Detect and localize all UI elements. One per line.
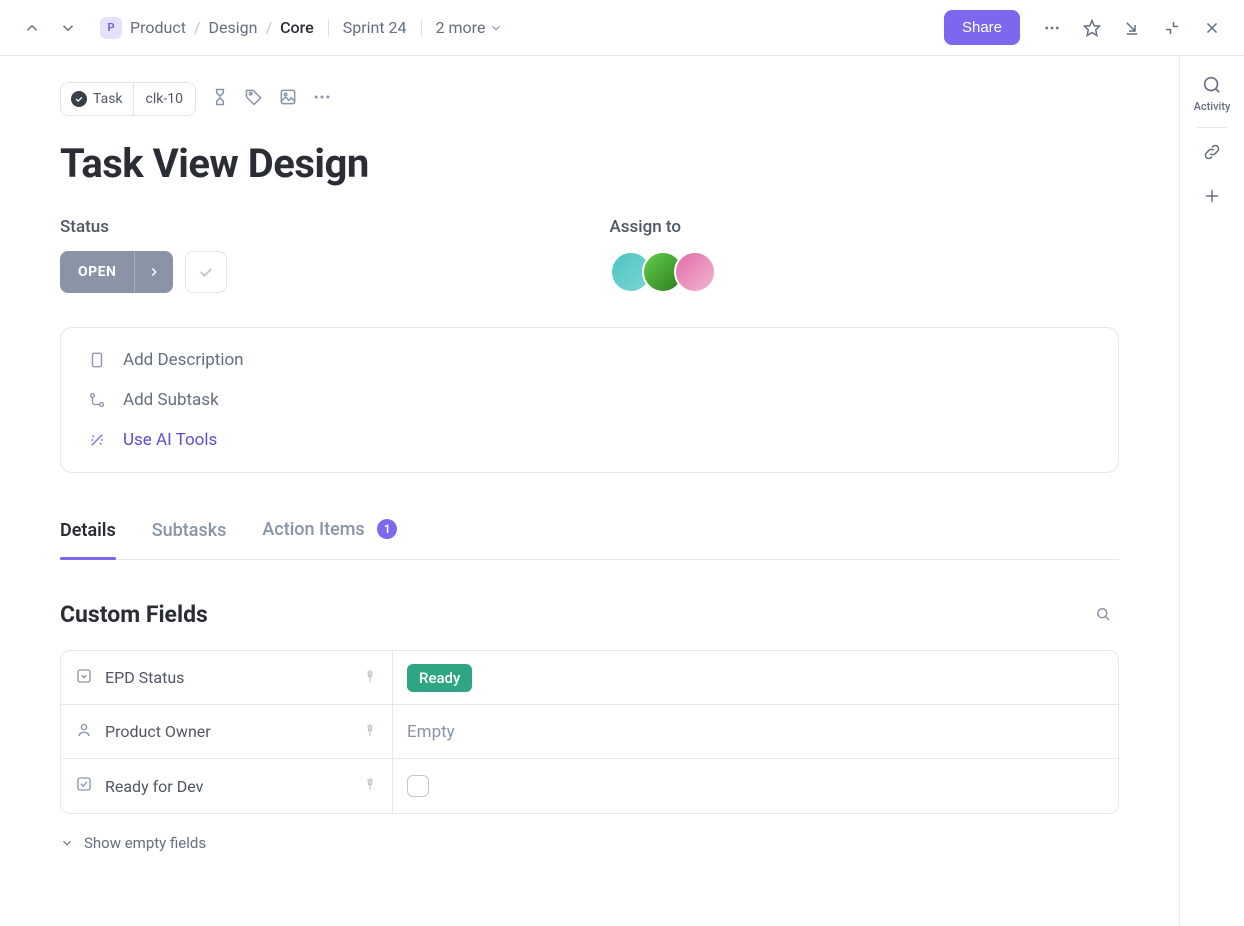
breadcrumb-sprint[interactable]: Sprint 24 [343, 18, 407, 37]
show-empty-label: Show empty fields [84, 834, 206, 852]
divider [328, 19, 329, 37]
add-description[interactable]: Add Description [87, 346, 1092, 374]
description-icon [87, 351, 107, 369]
hourglass-icon[interactable] [210, 87, 230, 111]
topbar: P Product / Design / Core Sprint 24 2 mo… [0, 0, 1244, 56]
task-title[interactable]: Task View Design [60, 140, 1119, 187]
nav-up-icon[interactable] [16, 12, 48, 44]
tab-subtasks[interactable]: Subtasks [152, 510, 227, 559]
avatar[interactable] [674, 251, 716, 293]
activity-panel-button[interactable]: Activity [1194, 74, 1231, 113]
custom-fields-title: Custom Fields [60, 601, 208, 628]
cf-label: Product Owner [105, 722, 211, 741]
custom-fields-table: EPD Status Ready Product Owner E [60, 650, 1119, 814]
cf-label: EPD Status [105, 668, 184, 687]
cf-value[interactable] [393, 775, 1118, 797]
breadcrumb-sep: / [266, 18, 273, 37]
activity-label: Activity [1194, 100, 1231, 113]
person-field-icon [75, 721, 93, 743]
ai-icon [87, 431, 107, 449]
task-type-label: Task [93, 91, 123, 107]
assignees[interactable] [610, 251, 1120, 293]
more-icon[interactable] [1036, 12, 1068, 44]
tag-icon[interactable] [244, 87, 264, 111]
star-icon[interactable] [1076, 12, 1108, 44]
minimize-icon[interactable] [1156, 12, 1188, 44]
tab-details[interactable]: Details [60, 510, 116, 559]
download-icon[interactable] [1116, 12, 1148, 44]
status-button[interactable]: OPEN [60, 251, 173, 293]
pin-icon[interactable] [362, 668, 378, 688]
tab-badge: 1 [377, 519, 397, 539]
divider [1197, 127, 1227, 128]
actions-box: Add Description Add Subtask Use AI Tools [60, 327, 1119, 473]
more-icon[interactable] [312, 87, 332, 111]
pin-icon[interactable] [362, 776, 378, 796]
status-next-icon[interactable] [134, 251, 173, 293]
breadcrumb-design[interactable]: Design [209, 18, 258, 37]
cf-value[interactable]: Ready [393, 664, 1118, 692]
breadcrumb-badge: P [100, 17, 122, 39]
status-value: OPEN [60, 264, 134, 280]
cf-row-ready-for-dev: Ready for Dev [61, 759, 1118, 813]
show-empty-fields[interactable]: Show empty fields [60, 834, 1119, 852]
ready-badge: Ready [407, 664, 472, 692]
tab-action-items[interactable]: Action Items 1 [262, 509, 397, 559]
cf-row-product-owner: Product Owner Empty [61, 705, 1118, 759]
task-chip[interactable]: Task clk-10 [60, 82, 196, 116]
add-panel-button[interactable] [1202, 186, 1222, 206]
nav-down-icon[interactable] [52, 12, 84, 44]
task-type-icon [71, 91, 87, 107]
assign-label: Assign to [610, 217, 1120, 237]
breadcrumb-product[interactable]: Product [130, 18, 186, 37]
complete-button[interactable] [185, 251, 227, 293]
checkbox-field-icon [75, 775, 93, 797]
use-ai-tools[interactable]: Use AI Tools [87, 426, 1092, 454]
main-content: Task clk-10 Task View Design Status OPEN [0, 56, 1179, 926]
search-icon[interactable] [1087, 598, 1119, 630]
checkbox-input[interactable] [407, 775, 429, 797]
add-subtask[interactable]: Add Subtask [87, 386, 1092, 414]
add-description-label: Add Description [123, 350, 244, 370]
empty-value: Empty [407, 722, 455, 742]
cf-value[interactable]: Empty [393, 722, 1118, 742]
add-subtask-label: Add Subtask [123, 390, 219, 410]
close-icon[interactable] [1196, 12, 1228, 44]
status-label: Status [60, 217, 570, 237]
cf-row-epd-status: EPD Status Ready [61, 651, 1118, 705]
task-id: clk-10 [134, 91, 195, 107]
breadcrumb-more[interactable]: 2 more [436, 18, 504, 37]
share-button[interactable]: Share [944, 10, 1020, 45]
subtask-icon [87, 391, 107, 409]
use-ai-tools-label: Use AI Tools [123, 430, 217, 450]
breadcrumb-sep: / [194, 18, 201, 37]
link-panel-button[interactable] [1202, 142, 1222, 162]
image-icon[interactable] [278, 87, 298, 111]
breadcrumb-more-label: 2 more [436, 18, 486, 37]
pin-icon[interactable] [362, 722, 378, 742]
breadcrumb: P Product / Design / Core Sprint 24 2 mo… [100, 17, 503, 39]
breadcrumb-core[interactable]: Core [280, 18, 314, 37]
divider [421, 19, 422, 37]
tabs: Details Subtasks Action Items 1 [60, 509, 1119, 560]
right-sidebar: Activity [1179, 56, 1244, 926]
tab-action-items-label: Action Items [262, 519, 364, 540]
cf-label: Ready for Dev [105, 777, 203, 796]
dropdown-field-icon [75, 667, 93, 689]
